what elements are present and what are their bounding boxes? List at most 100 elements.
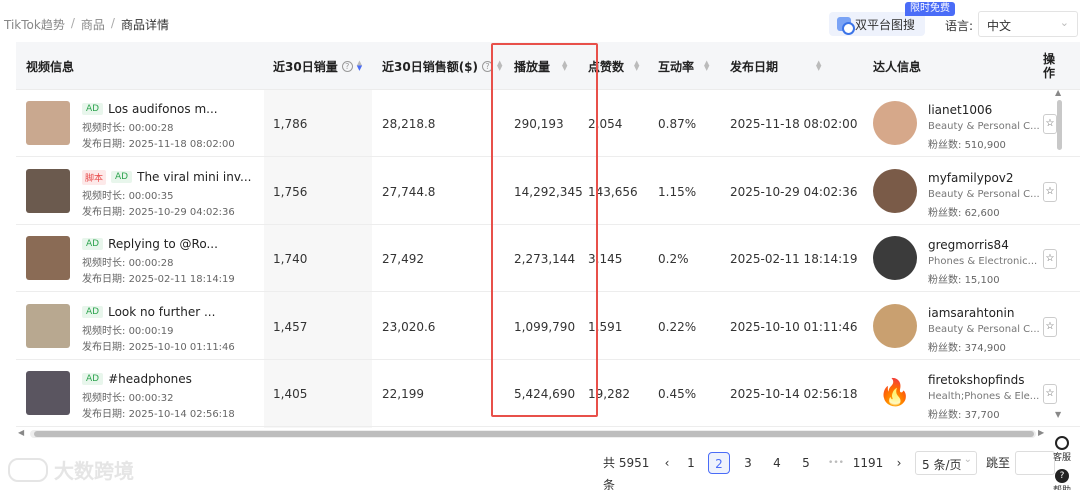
sort-icon[interactable]: ▲ ▼ — [562, 60, 567, 72]
page-4-button[interactable]: 4 — [766, 452, 788, 474]
engagement-value: 0.45% — [658, 387, 697, 402]
scroll-left-arrow-icon[interactable]: ◀ — [18, 428, 24, 437]
page-size-select[interactable]: 5 条/页 ⌄ — [915, 451, 977, 475]
chevron-down-icon: ⌄ — [1059, 16, 1069, 29]
revenue30-value: 27,744.8 — [382, 184, 436, 199]
plays-value: 290,193 — [514, 117, 564, 131]
headset-icon[interactable] — [1055, 436, 1069, 450]
revenue30-value: 23,020.6 — [382, 319, 436, 334]
horizontal-scrollbar[interactable]: ◀ ▶ — [18, 428, 1048, 440]
prev-page-button[interactable]: ‹ — [660, 452, 674, 474]
vertical-scrollbar[interactable]: ▲ ▼ — [1055, 88, 1064, 426]
sort-icon[interactable]: ▲ ▼ — [816, 60, 821, 72]
creator-name[interactable]: lianet1006 — [928, 103, 992, 117]
creator-avatar[interactable] — [873, 168, 917, 213]
sales30-value: 1,786 — [273, 117, 308, 131]
sales30-value: 1,756 — [273, 184, 308, 199]
creator-name[interactable]: myfamilypov2 — [928, 171, 1014, 185]
sort-icon[interactable]: ▲ ▼ — [357, 60, 362, 72]
customer-service-label[interactable]: 客服 — [1053, 453, 1071, 463]
page-2-button[interactable]: 2 — [708, 452, 730, 474]
video-published: 发布日期: 2025-11-18 08:02:00 — [82, 139, 235, 150]
creator-fans: 粉丝数: 62,600 — [928, 207, 1000, 219]
likes-value: 2,054 — [588, 117, 623, 131]
video-thumbnail[interactable] — [26, 303, 70, 348]
horizontal-scroll-thumb[interactable] — [34, 431, 1034, 437]
col-revenue30[interactable]: 近30日销售额($) ? ▲ ▼ — [382, 42, 502, 90]
video-title-line: 脚本 AD The viral mini inv... — [82, 169, 251, 185]
page-5-button[interactable]: 5 — [795, 452, 817, 474]
col-sales30[interactable]: 近30日销量 ? ▲ ▼ — [273, 42, 362, 90]
help-icon[interactable]: ? — [341, 60, 353, 72]
col-plays[interactable]: 播放量 ▲ ▼ — [514, 42, 567, 90]
language-select[interactable]: 中文 ⌄ — [978, 11, 1078, 37]
table-row[interactable]: AD Look no further ... 视频时长: 00:00:19 发布… — [16, 293, 1080, 360]
video-title[interactable]: Replying to @Ro... — [108, 237, 218, 251]
page-3-button[interactable]: 3 — [737, 452, 759, 474]
col-engagement[interactable]: 互动率 ▲ ▼ — [658, 42, 709, 90]
chevron-down-icon: ⌄ — [963, 454, 972, 465]
plays-value: 1,099,790 — [514, 319, 576, 334]
next-page-button[interactable]: › — [892, 452, 906, 474]
creator-avatar[interactable] — [873, 303, 917, 348]
creator-avatar[interactable] — [873, 101, 917, 145]
last-page-button[interactable]: 1191 — [852, 452, 884, 474]
scroll-right-arrow-icon[interactable]: ▶ — [1038, 428, 1044, 437]
creator-fans: 粉丝数: 37,700 — [928, 410, 1000, 422]
breadcrumb-item-products[interactable]: 商品 — [81, 16, 105, 33]
video-thumbnail[interactable] — [26, 168, 70, 213]
video-title[interactable]: The viral mini inv... — [137, 170, 251, 184]
video-title[interactable]: #headphones — [108, 372, 192, 386]
table-row[interactable]: 脚本 AD The viral mini inv... 视频时长: 00:00:… — [16, 158, 1080, 225]
creator-name[interactable]: iamsarahtonin — [928, 306, 1014, 320]
col-publish-date[interactable]: 发布日期 ▲ ▼ — [730, 42, 821, 90]
creator-category: Phones & Electronic... — [928, 256, 1038, 268]
breadcrumb-item-current: 商品详情 — [120, 18, 169, 32]
help-icon[interactable]: ? — [482, 60, 494, 72]
page-1-button[interactable]: 1 — [680, 452, 702, 474]
goto-page-input[interactable] — [1015, 451, 1055, 475]
col-likes[interactable]: 点赞数 ▲ ▼ — [588, 42, 639, 90]
sort-icon[interactable]: ▲ ▼ — [634, 60, 639, 72]
vertical-scroll-thumb[interactable] — [1057, 100, 1062, 150]
scroll-down-arrow-icon[interactable]: ▼ — [1055, 410, 1061, 419]
video-duration: 视频时长: 00:00:19 — [82, 325, 174, 337]
creator-name[interactable]: firetokshopfinds — [928, 373, 1024, 387]
page-size-value: 5 条/页 — [922, 458, 962, 472]
pagination: 共 5951 条 ‹ 1 2 3 4 5 ••• 1191 › 5 条/页 ⌄ … — [0, 450, 1080, 490]
video-published: 发布日期: 2025-10-29 04:02:36 — [82, 206, 235, 218]
ad-tag: AD — [82, 305, 104, 318]
publish-date-value: 2025-10-29 04:02:36 — [730, 184, 858, 199]
likes-value: 19,282 — [588, 387, 630, 402]
question-icon[interactable]: ? — [1055, 469, 1069, 483]
sort-icon[interactable]: ▲ ▼ — [704, 60, 709, 72]
engagement-value: 0.22% — [658, 319, 697, 334]
ad-tag: AD — [82, 373, 104, 386]
video-title[interactable]: Look no further ... — [108, 305, 215, 319]
creator-name[interactable]: gregmorris84 — [928, 238, 1009, 252]
breadcrumb: TikTok趋势 / 商品 / 商品详情 — [4, 16, 169, 33]
video-thumbnail[interactable] — [26, 101, 70, 145]
video-title[interactable]: Los audifonos m... — [108, 102, 218, 116]
breadcrumb-separator: / — [70, 16, 75, 30]
likes-value: 3,145 — [588, 252, 623, 267]
video-title-line: AD Look no further ... — [82, 305, 215, 319]
video-published: 发布日期: 2025-10-10 01:11:46 — [82, 341, 235, 353]
scroll-up-arrow-icon[interactable]: ▲ — [1055, 88, 1061, 97]
table-row[interactable]: AD Los audifonos m... 视频时长: 00:00:28 发布日… — [16, 90, 1080, 157]
fire-icon[interactable]: 🔥 — [873, 371, 917, 415]
table-row[interactable]: AD #headphones 视频时长: 00:00:32 发布日期: 2025… — [16, 360, 1080, 428]
plays-value: 14,292,345 — [514, 184, 583, 199]
sort-icon[interactable]: ▲ ▼ — [497, 60, 502, 72]
dual-platform-label: 双平台图搜 — [855, 17, 916, 32]
table-row[interactable]: AD Replying to @Ro... 视频时长: 00:00:28 发布日… — [16, 225, 1080, 293]
creator-fans: 粉丝数: 374,900 — [928, 342, 1006, 354]
creator-avatar[interactable] — [873, 236, 917, 281]
pagination-ellipsis[interactable]: ••• — [824, 452, 848, 474]
breadcrumb-item-trends[interactable]: TikTok趋势 — [4, 16, 65, 33]
video-thumbnail[interactable] — [26, 371, 70, 416]
creator-category: Beauty & Personal C... — [928, 323, 1040, 335]
help-label[interactable]: 帮助 — [1053, 486, 1071, 490]
script-tag: 脚本 — [82, 169, 107, 185]
video-thumbnail[interactable] — [26, 236, 70, 281]
